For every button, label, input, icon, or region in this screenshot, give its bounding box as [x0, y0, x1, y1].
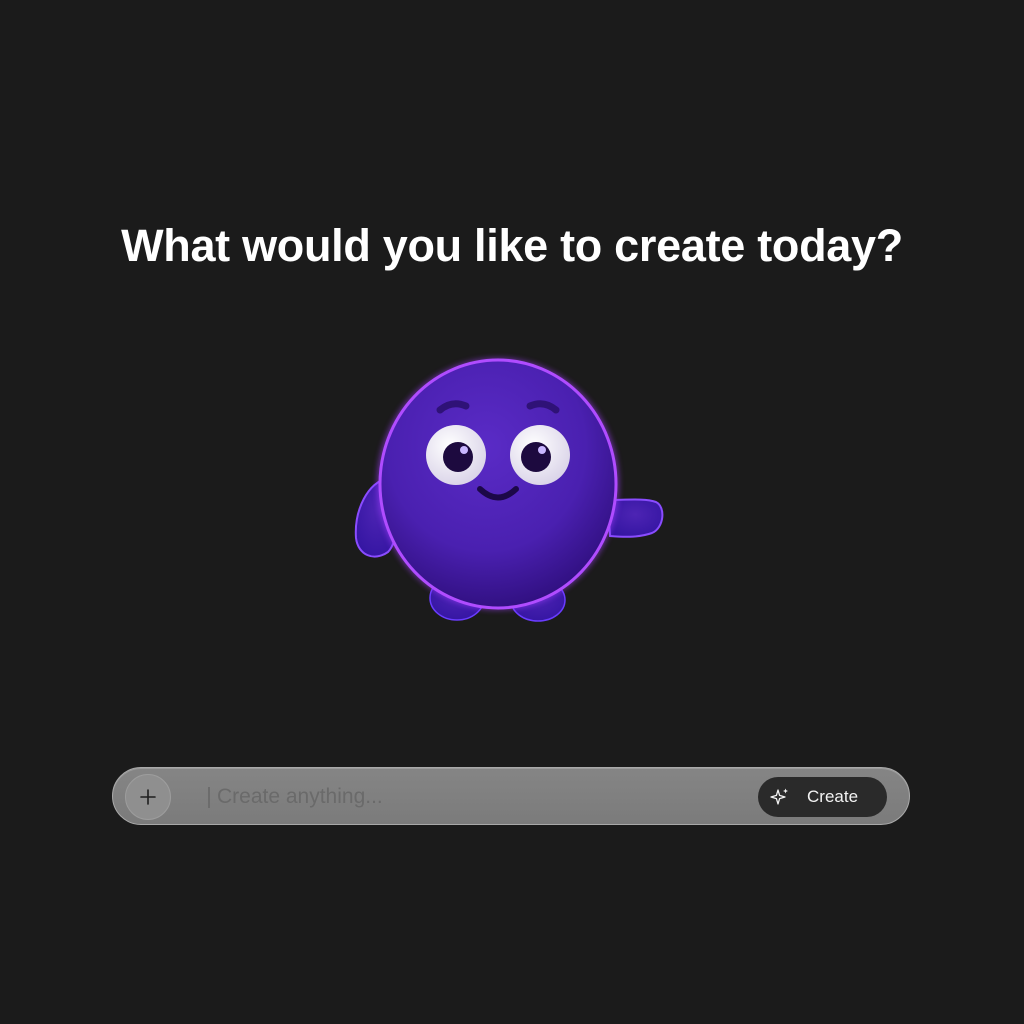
prompt-bar: Create	[112, 767, 910, 825]
prompt-input[interactable]	[217, 778, 737, 816]
create-button-label: Create	[807, 787, 859, 806]
sparkle-icon	[770, 788, 788, 805]
text-caret	[208, 787, 210, 808]
plus-icon	[140, 789, 156, 805]
page-title: What would you like to create today?	[121, 220, 903, 271]
mascot-body	[378, 358, 618, 610]
add-button[interactable]	[125, 774, 171, 820]
create-button[interactable]: Create	[758, 777, 887, 817]
purple-blob-mascot-icon	[354, 358, 664, 622]
